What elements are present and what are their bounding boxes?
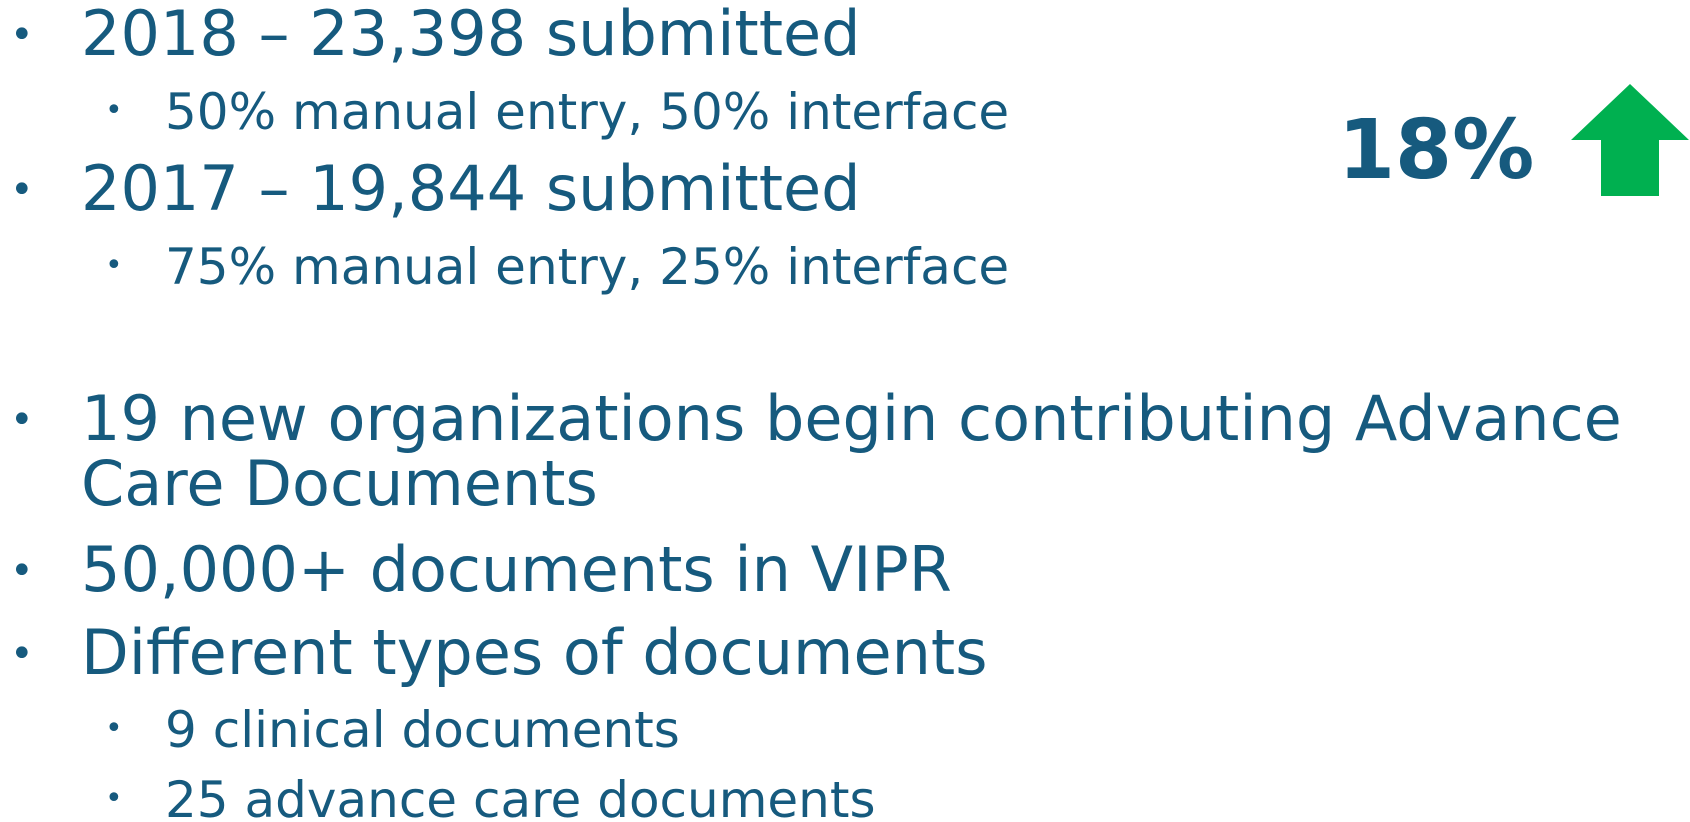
bullet-text: 75% manual entry, 25% interface (165, 238, 1010, 296)
bullet-dot: • (10, 631, 34, 677)
bullet-text: 9 clinical documents (165, 701, 680, 759)
slide: • 2018 – 23,398 submitted • 50% manual e… (0, 0, 1690, 822)
up-arrow-shape (1571, 84, 1689, 196)
bullet-dot: • (10, 167, 34, 213)
bullet-dot: • (105, 711, 123, 746)
bullet-dot: • (10, 12, 34, 58)
growth-percentage: 18% (1338, 103, 1535, 198)
bullet-dot: • (105, 93, 123, 128)
bullet-text: 50,000+ documents in VIPR (81, 533, 952, 606)
bullet-text: 2018 – 23,398 submitted (81, 0, 861, 70)
bullet-text: 50% manual entry, 50% interface (165, 83, 1010, 141)
bullet-text: 25 advance care documents (165, 771, 876, 822)
bullet-text: 2017 – 19,844 submitted (81, 152, 861, 225)
bullet-dot: • (105, 248, 123, 283)
bullet-dot: • (105, 781, 123, 816)
up-arrow-icon (1571, 84, 1689, 196)
bullet-text: Different types of documents (81, 616, 988, 689)
bullet-text-continued: Care Documents (81, 447, 598, 520)
bullet-dot: • (10, 397, 34, 443)
bullet-dot: • (10, 548, 34, 594)
bullet-text: 19 new organizations begin contributing … (81, 382, 1622, 455)
